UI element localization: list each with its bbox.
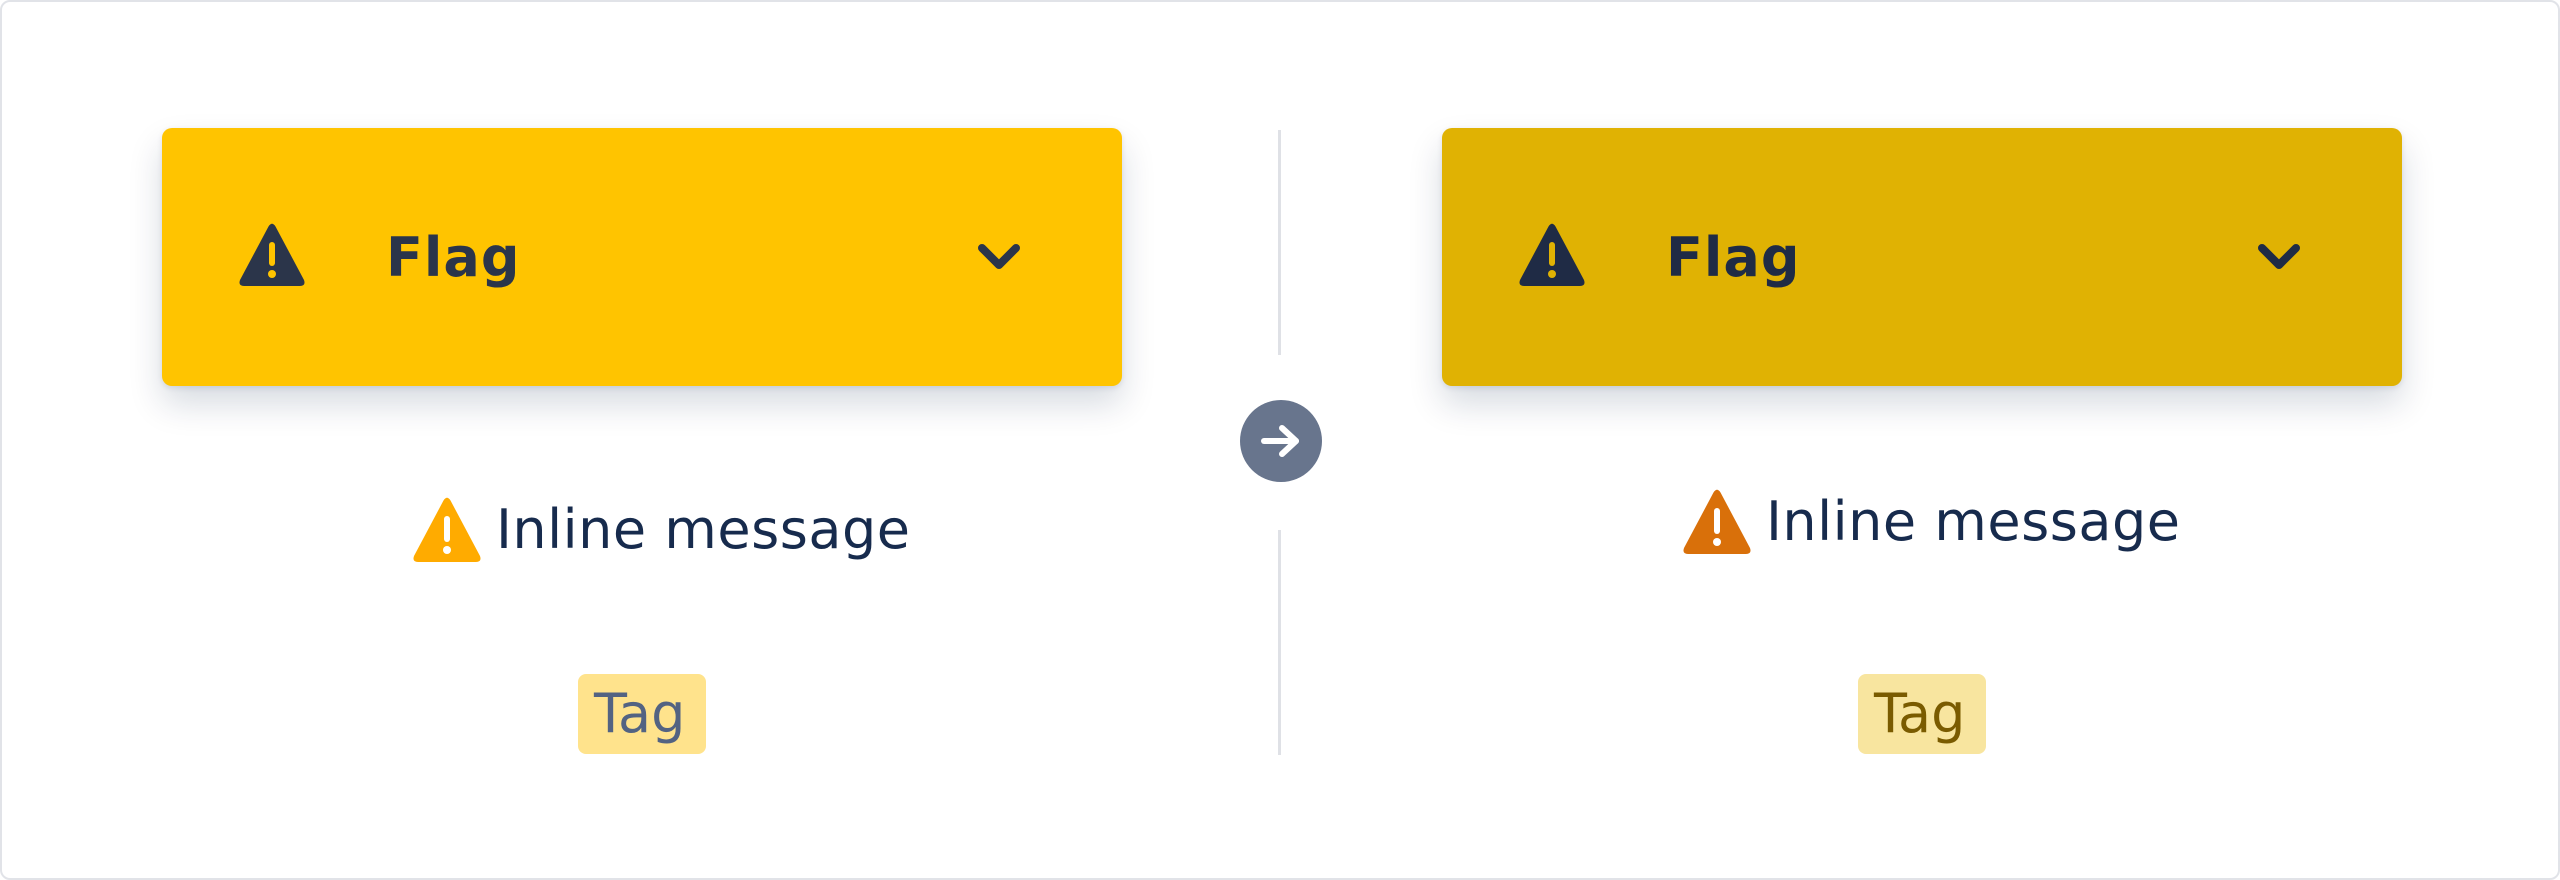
tag-after: Tag xyxy=(1858,674,1986,754)
warning-icon xyxy=(1683,489,1751,554)
warning-icon xyxy=(413,497,481,562)
flag-after[interactable]: Flag xyxy=(1442,128,2402,386)
flag-before[interactable]: Flag xyxy=(162,128,1122,386)
comparison-frame: Flag Inline message Tag Flag Inline mess… xyxy=(0,0,2560,880)
tag-before: Tag xyxy=(578,674,706,754)
flag-label: Flag xyxy=(386,226,521,289)
before-panel: Flag Inline message Tag xyxy=(2,2,1280,878)
warning-icon xyxy=(1519,223,1585,286)
inline-message-after: Inline message xyxy=(1682,482,2180,562)
after-panel: Flag Inline message Tag xyxy=(1280,2,2558,878)
chevron-down-icon[interactable] xyxy=(2254,240,2304,274)
inline-message-text: Inline message xyxy=(496,498,911,561)
flag-label: Flag xyxy=(1666,226,1801,289)
inline-message-before: Inline message xyxy=(412,490,910,570)
chevron-down-icon[interactable] xyxy=(974,240,1024,274)
warning-icon xyxy=(239,223,305,286)
inline-message-text: Inline message xyxy=(1766,490,2181,553)
